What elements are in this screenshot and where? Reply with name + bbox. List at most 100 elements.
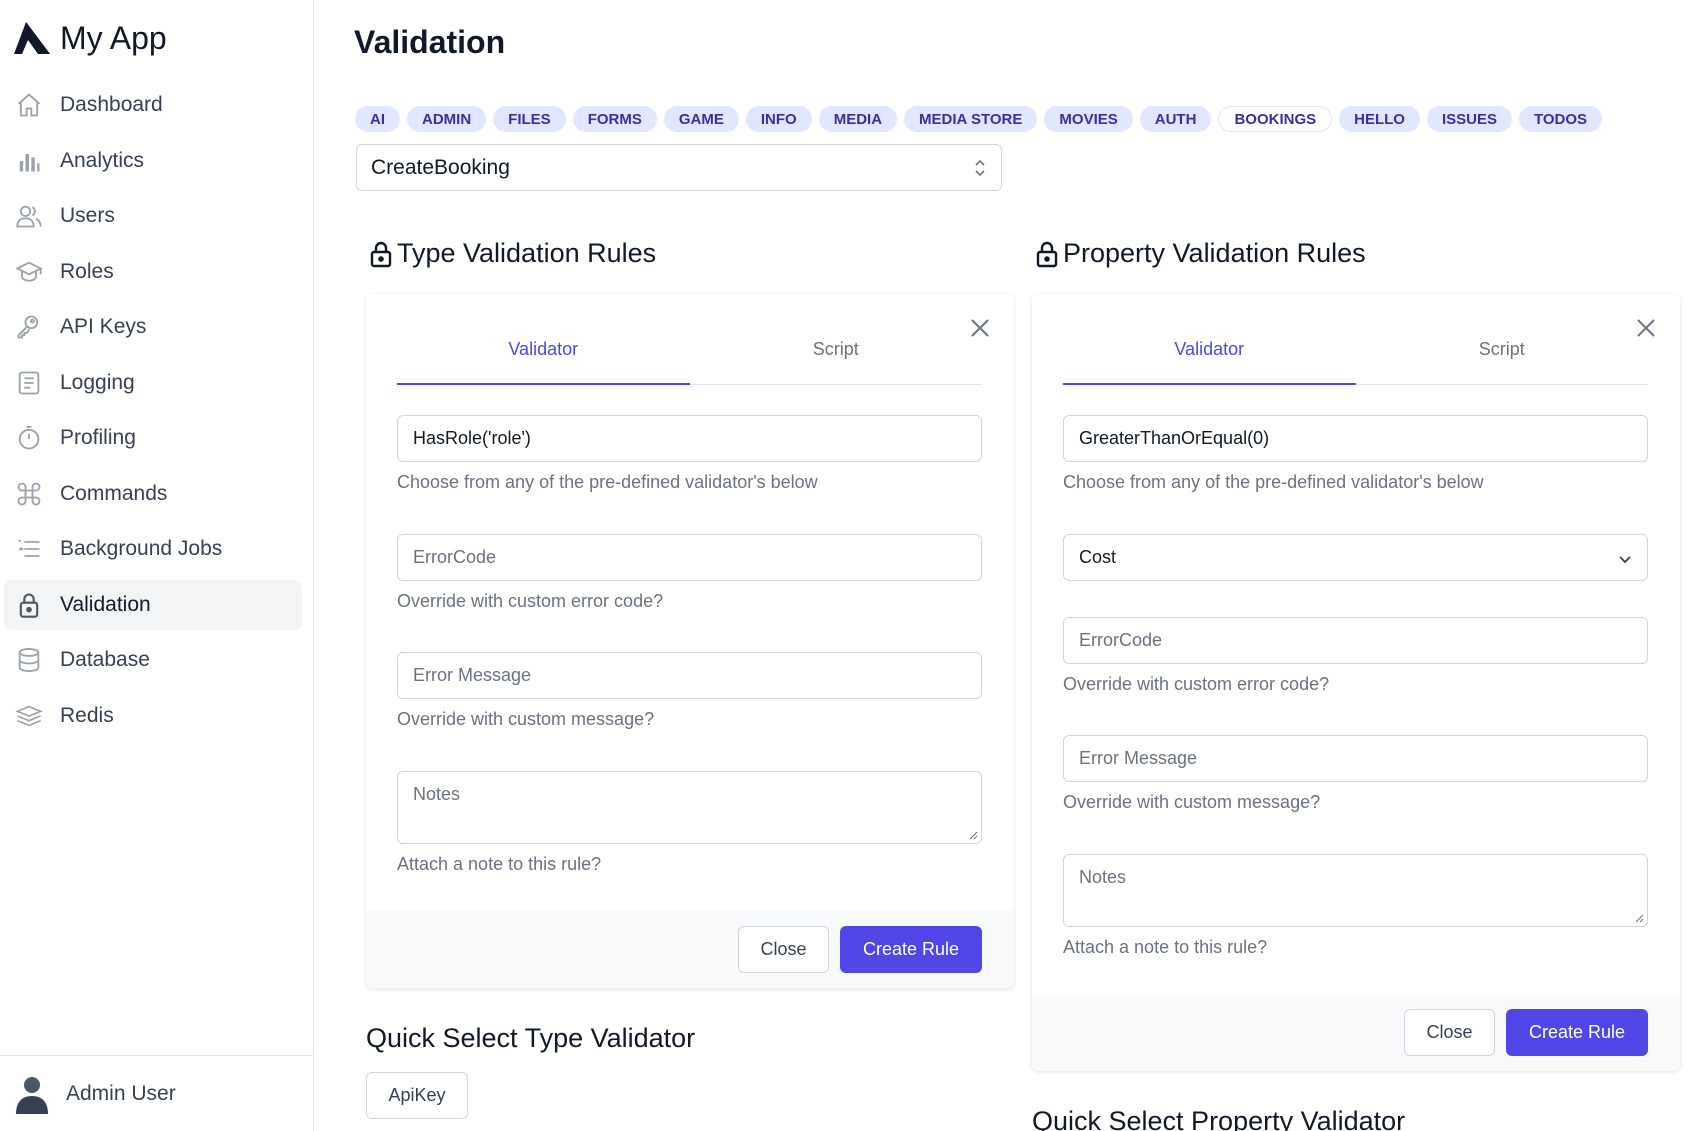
property-select-value: Cost — [1079, 547, 1117, 567]
operation-select[interactable]: CreateBooking — [356, 144, 1002, 191]
create-rule-button[interactable]: Create Rule — [1506, 1009, 1648, 1056]
notes-hint: Attach a note to this rule? — [397, 854, 602, 874]
sidebar-item-logging[interactable]: Logging — [4, 358, 302, 408]
close-button[interactable]: Close — [738, 926, 829, 973]
sidebar-item-label: Database — [60, 648, 150, 671]
brand[interactable]: My App — [12, 14, 167, 62]
sidebar-item-label: Dashboard — [60, 93, 163, 116]
close-icon[interactable] — [1634, 316, 1658, 340]
operation-select-value: CreateBooking — [371, 155, 510, 179]
type-rule-tabs: Validator Script — [397, 338, 982, 385]
sidebar-item-label: Profiling — [60, 426, 136, 449]
error-message-hint: Override with custom message? — [397, 709, 655, 729]
close-button[interactable]: Close — [1404, 1009, 1495, 1056]
sidebar-nav: Dashboard Analytics Users Roles API Keys… — [4, 80, 302, 746]
list-indent-icon — [14, 534, 44, 564]
lock-icon — [1036, 241, 1058, 267]
sidebar-item-api-keys[interactable]: API Keys — [4, 302, 302, 352]
validator-input[interactable]: HasRole('role') — [397, 415, 982, 462]
chip-ai[interactable]: AI — [355, 106, 400, 132]
type-rules-title: Type Validation Rules — [397, 238, 657, 268]
chip-todos[interactable]: TODOS — [1519, 106, 1603, 132]
sidebar-item-background-jobs[interactable]: Background Jobs — [4, 524, 302, 574]
property-select[interactable]: Cost — [1063, 534, 1648, 581]
tag-chips: AI ADMIN FILES FORMS GAME INFO MEDIA MED… — [355, 106, 1603, 132]
sidebar-item-redis[interactable]: Redis — [4, 691, 302, 741]
user-profile[interactable]: Admin User — [0, 1055, 313, 1131]
sidebar-item-label: Validation — [60, 592, 151, 616]
home-icon — [14, 90, 44, 120]
type-rule-card: Validator Script HasRole('role') Choose … — [366, 294, 1014, 988]
chip-issues[interactable]: ISSUES — [1426, 106, 1512, 132]
chip-media-store[interactable]: MEDIA STORE — [904, 106, 1038, 132]
sidebar-item-users[interactable]: Users — [4, 191, 302, 241]
property-rules-title: Property Validation Rules — [1063, 238, 1366, 268]
database-icon — [14, 645, 44, 675]
chip-admin[interactable]: ADMIN — [407, 106, 487, 132]
chip-files[interactable]: FILES — [493, 106, 566, 132]
error-message-field[interactable]: Error Message — [397, 652, 982, 699]
sidebar-item-roles[interactable]: Roles — [4, 247, 302, 297]
sidebar-item-label: API Keys — [60, 315, 147, 338]
quick-type-title: Quick Select Type Validator — [366, 1023, 696, 1053]
resize-grip-icon[interactable] — [1634, 913, 1644, 923]
error-code-field[interactable]: ErrorCode — [397, 534, 982, 581]
resize-grip-icon[interactable] — [968, 830, 978, 840]
sidebar-item-commands[interactable]: Commands — [4, 469, 302, 519]
error-message-field[interactable]: Error Message — [1063, 735, 1648, 782]
create-rule-button[interactable]: Create Rule — [840, 926, 982, 973]
sidebar-item-profiling[interactable]: Profiling — [4, 413, 302, 463]
validator-input[interactable]: GreaterThanOrEqual(0) — [1063, 415, 1648, 462]
tab-script[interactable]: Script — [1356, 338, 1649, 384]
user-name: Admin User — [66, 1081, 176, 1105]
tab-validator[interactable]: Validator — [397, 338, 690, 385]
sidebar-item-analytics[interactable]: Analytics — [4, 136, 302, 186]
error-code-hint: Override with custom error code? — [1063, 674, 1330, 694]
chip-media[interactable]: MEDIA — [818, 106, 898, 132]
sidebar-item-validation[interactable]: Validation — [4, 579, 302, 630]
page-title: Validation — [354, 24, 506, 60]
property-rules-heading: Property Validation Rules — [1035, 238, 1366, 269]
notes-placeholder: Notes — [413, 784, 461, 804]
card-footer: Close Create Rule — [366, 910, 1014, 988]
quick-property-title: Quick Select Property Validator — [1032, 1106, 1406, 1131]
card-footer: Close Create Rule — [1032, 993, 1680, 1071]
chip-forms[interactable]: FORMS — [572, 106, 657, 132]
layers-icon — [14, 701, 44, 731]
chip-info[interactable]: INFO — [745, 106, 812, 132]
sidebar-item-database[interactable]: Database — [4, 635, 302, 685]
notes-textarea[interactable]: Notes — [1063, 854, 1648, 927]
lock-icon — [14, 590, 44, 620]
lock-icon — [370, 241, 392, 267]
chip-movies[interactable]: MOVIES — [1044, 106, 1133, 132]
tab-validator[interactable]: Validator — [1063, 338, 1356, 385]
type-rules-heading: Type Validation Rules — [369, 238, 656, 269]
bar-chart-icon — [14, 146, 44, 176]
chevron-down-icon — [1619, 556, 1631, 564]
sidebar-item-label: Logging — [60, 370, 135, 394]
stopwatch-icon — [14, 423, 44, 453]
command-icon — [14, 479, 44, 509]
property-rule-card: Validator Script GreaterThanOrEqual(0) C… — [1032, 294, 1680, 1071]
validator-hint: Choose from any of the pre-defined valid… — [397, 472, 818, 492]
log-icon — [14, 368, 44, 398]
property-rule-tabs: Validator Script — [1063, 338, 1648, 385]
sidebar-item-label: Roles — [60, 259, 114, 283]
tab-script[interactable]: Script — [690, 338, 983, 384]
chip-hello[interactable]: HELLO — [1339, 106, 1420, 132]
sidebar: My App Dashboard Analytics Users Roles A… — [0, 0, 314, 1131]
chip-bookings[interactable]: BOOKINGS — [1218, 106, 1333, 132]
sidebar-item-label: Redis — [60, 703, 114, 727]
error-code-field[interactable]: ErrorCode — [1063, 617, 1648, 664]
validator-hint: Choose from any of the pre-defined valid… — [1063, 472, 1484, 492]
sidebar-item-label: Commands — [60, 481, 168, 505]
chip-game[interactable]: GAME — [663, 106, 739, 132]
app-name: My App — [60, 19, 167, 56]
close-icon[interactable] — [968, 316, 992, 340]
error-code-hint: Override with custom error code? — [397, 591, 664, 611]
notes-textarea[interactable]: Notes — [397, 771, 982, 844]
chip-auth[interactable]: AUTH — [1139, 106, 1212, 132]
notes-hint: Attach a note to this rule? — [1063, 937, 1268, 957]
sidebar-item-dashboard[interactable]: Dashboard — [4, 80, 302, 130]
quick-validator-apikey[interactable]: ApiKey — [366, 1072, 468, 1119]
